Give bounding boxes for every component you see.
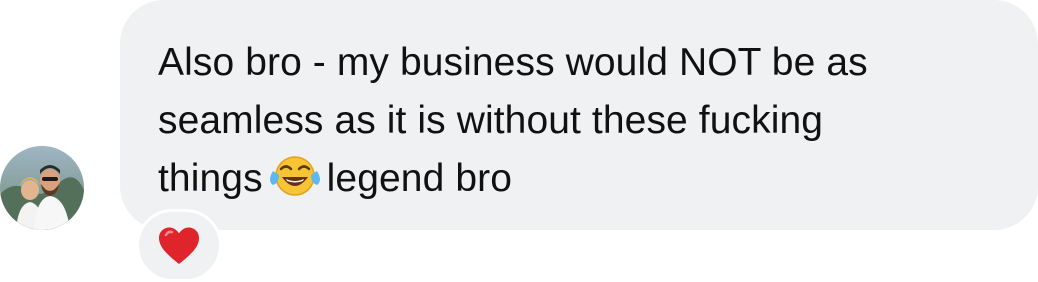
message-line-2: seamless as it is without these fucking	[158, 99, 824, 142]
message-bubble[interactable]: Also bro - my business would NOT be as s…	[120, 0, 1038, 230]
message-line-3-start: things	[158, 157, 263, 200]
reaction-badge[interactable]	[136, 209, 222, 282]
message-line-3-end: legend bro	[326, 157, 512, 200]
message-text: Also bro - my business would NOT be as s…	[158, 34, 998, 208]
message-line-1: Also bro - my business would NOT be as	[158, 41, 868, 84]
sender-avatar[interactable]	[0, 146, 84, 230]
red-heart-icon	[159, 227, 199, 264]
avatar-photo	[0, 146, 84, 230]
message-row: Also bro - my business would NOT be as s…	[0, 0, 1038, 282]
face-with-tears-of-joy-icon	[269, 153, 321, 199]
